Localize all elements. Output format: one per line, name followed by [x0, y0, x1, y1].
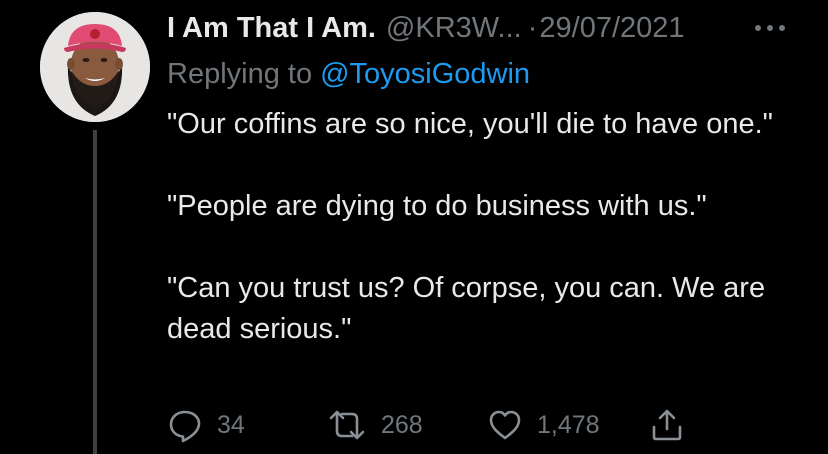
- heart-icon: [487, 407, 523, 443]
- tweet-paragraph: "People are dying to do business with us…: [167, 190, 707, 222]
- reply-count: 34: [217, 410, 245, 439]
- tweet[interactable]: I Am That I Am. @KR3W... · 29/07/2021 Re…: [0, 0, 828, 454]
- avatar[interactable]: [40, 12, 150, 122]
- retweet-count: 268: [381, 410, 423, 439]
- tweet-paragraph: "Can you trust us? Of corpse, you can. W…: [167, 272, 766, 345]
- tweet-text: "Our coffins are so nice, you'll die to …: [167, 104, 807, 350]
- like-count: 1,478: [537, 410, 600, 439]
- replying-to: Replying to @ToyosiGodwin: [167, 54, 530, 94]
- tweet-date[interactable]: 29/07/2021: [539, 12, 684, 45]
- share-button[interactable]: [649, 403, 685, 447]
- action-bar: 34 268 1,478: [167, 403, 727, 447]
- user-handle[interactable]: @KR3W...: [386, 12, 522, 45]
- retweet-button[interactable]: 268: [327, 403, 423, 447]
- tweet-header: I Am That I Am. @KR3W... · 29/07/2021: [167, 8, 685, 48]
- like-button[interactable]: 1,478: [487, 403, 600, 447]
- tweet-paragraph: "Our coffins are so nice, you'll die to …: [167, 108, 773, 140]
- display-name[interactable]: I Am That I Am.: [167, 12, 376, 45]
- separator-dot: ·: [527, 11, 538, 44]
- ellipsis-icon[interactable]: [752, 18, 788, 38]
- reply-bubble-icon: [167, 407, 203, 443]
- reply-prefix: Replying to: [167, 57, 313, 90]
- thread-line: [93, 130, 97, 454]
- reply-button[interactable]: 34: [167, 403, 245, 447]
- reply-handle-link[interactable]: @ToyosiGodwin: [320, 58, 530, 91]
- retweet-icon: [327, 407, 367, 443]
- share-icon: [649, 407, 685, 443]
